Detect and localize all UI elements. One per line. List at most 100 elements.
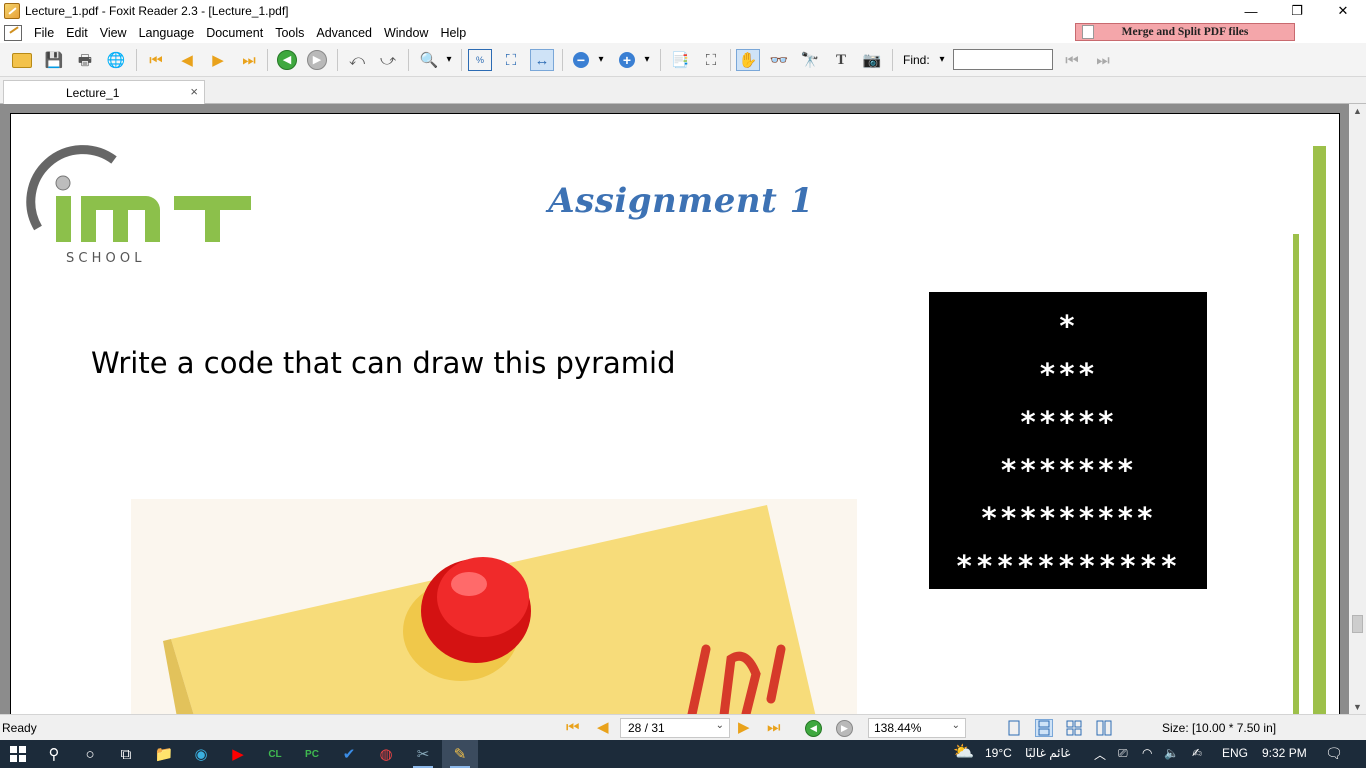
- weather-cloud-icon[interactable]: ⛅: [953, 742, 974, 762]
- go-back-icon[interactable]: ◀: [275, 49, 299, 71]
- zoom-tool-dropdown[interactable]: ▾: [442, 49, 456, 71]
- notifications-icon[interactable]: 🗨: [1325, 745, 1343, 762]
- status-previous-page-icon[interactable]: ◀: [597, 720, 609, 735]
- page-dropdown-icon[interactable]: ⌄: [716, 720, 724, 731]
- hand-tool-icon[interactable]: ✋: [736, 49, 760, 71]
- find-previous-icon[interactable]: ⏮: [1060, 49, 1084, 71]
- menu-document[interactable]: Document: [200, 26, 269, 40]
- edge-browser-icon[interactable]: ◉: [183, 740, 219, 768]
- todo-check-icon[interactable]: ✔: [331, 740, 367, 768]
- scroll-up-icon[interactable]: ▲: [1353, 106, 1362, 116]
- menu-view[interactable]: View: [94, 26, 133, 40]
- restore-button[interactable]: ❐: [1274, 0, 1320, 22]
- status-next-page-icon[interactable]: ▶: [738, 720, 750, 735]
- close-button[interactable]: ✕: [1320, 0, 1366, 22]
- find-input[interactable]: [953, 49, 1053, 70]
- foxit-reader-taskbar-icon[interactable]: ✎: [442, 740, 478, 768]
- find-options-dropdown[interactable]: ▾: [935, 49, 949, 71]
- tab-lecture-1[interactable]: Lecture_1 ×: [3, 80, 205, 104]
- single-page-view-icon[interactable]: [1006, 720, 1022, 736]
- weather-description[interactable]: غائم غالبًا: [1025, 746, 1070, 760]
- facing-view-icon[interactable]: [1066, 720, 1082, 736]
- rotate-left-icon[interactable]: ⤺: [345, 49, 369, 71]
- tab-close-icon[interactable]: ×: [190, 84, 198, 99]
- foxit-app-icon[interactable]: [4, 3, 20, 19]
- pen-workspace-icon[interactable]: ✍: [1192, 746, 1202, 760]
- pyramid-row-4: *******: [999, 453, 1137, 487]
- status-first-page-icon[interactable]: ⏮: [566, 720, 580, 735]
- web-globe-icon[interactable]: 🌐: [104, 49, 128, 71]
- find-label: Find:: [903, 53, 930, 67]
- zoom-dropdown-icon[interactable]: ⌄: [952, 720, 960, 731]
- merge-split-label: Merge and Split PDF files: [1121, 26, 1249, 38]
- menu-language[interactable]: Language: [133, 26, 201, 40]
- pycharm-icon[interactable]: PC: [294, 740, 330, 768]
- continuous-view-icon[interactable]: [1035, 719, 1053, 737]
- snipping-tool-icon[interactable]: ✂: [405, 740, 441, 768]
- search-icon[interactable]: ⚲: [36, 740, 72, 768]
- clock-time[interactable]: 9:32 PM: [1262, 746, 1307, 760]
- scrollbar-thumb[interactable]: [1352, 615, 1363, 633]
- print-icon[interactable]: 🖶: [73, 49, 97, 71]
- menu-edit[interactable]: Edit: [60, 26, 94, 40]
- title-bar: Lecture_1.pdf - Foxit Reader 2.3 - [Lect…: [0, 0, 1366, 22]
- scroll-down-icon[interactable]: ▼: [1353, 702, 1362, 712]
- bookmark-icon[interactable]: 📑: [668, 49, 692, 71]
- status-back-icon[interactable]: ◀: [805, 720, 822, 737]
- menu-file[interactable]: File: [28, 26, 60, 40]
- full-screen-icon[interactable]: ⛶: [699, 49, 723, 71]
- status-last-page-icon[interactable]: ⏭: [767, 720, 781, 735]
- start-windows-icon[interactable]: [0, 740, 36, 768]
- document-viewport[interactable]: S C H O O L Assignment 1 Write a code th…: [0, 104, 1349, 714]
- pyramid-row-6: ***********: [955, 549, 1181, 583]
- page-size-label: Size: [10.00 * 7.50 in]: [1162, 721, 1277, 735]
- window-title: Lecture_1.pdf - Foxit Reader 2.3 - [Lect…: [25, 4, 289, 18]
- chrome-icon[interactable]: ◍: [368, 740, 404, 768]
- vertical-scrollbar[interactable]: ▲ ▼: [1349, 104, 1366, 714]
- go-forward-icon[interactable]: ▶: [305, 49, 329, 71]
- continuous-facing-view-icon[interactable]: [1096, 720, 1112, 736]
- show-hidden-icons-chevron-icon[interactable]: ︿: [1094, 746, 1106, 763]
- input-language[interactable]: ENG: [1222, 746, 1248, 760]
- zoom-in-icon[interactable]: +: [615, 49, 639, 71]
- youtube-icon[interactable]: ▶: [220, 740, 256, 768]
- menu-advanced[interactable]: Advanced: [310, 26, 378, 40]
- zoom-out-icon[interactable]: −: [569, 49, 593, 71]
- clion-icon[interactable]: CL: [257, 740, 293, 768]
- status-forward-icon[interactable]: ▶: [836, 720, 853, 737]
- logo-subtitle: S C H O O L: [66, 251, 142, 266]
- last-page-icon[interactable]: ⏭: [237, 49, 261, 71]
- minimize-button[interactable]: —: [1228, 0, 1274, 22]
- fit-page-icon[interactable]: ⛶: [499, 49, 523, 71]
- wifi-icon[interactable]: ◠: [1142, 746, 1152, 760]
- menu-help[interactable]: Help: [434, 26, 472, 40]
- text-select-icon[interactable]: T: [829, 49, 853, 71]
- page-number-field[interactable]: 28 / 31 ⌄: [620, 718, 730, 738]
- merge-split-banner[interactable]: Merge and Split PDF files: [1075, 23, 1295, 41]
- cortana-icon[interactable]: ○: [72, 740, 108, 768]
- zoom-in-dropdown[interactable]: ▾: [640, 49, 654, 71]
- speaker-icon[interactable]: 🔈: [1164, 746, 1179, 760]
- zoom-in-tool-icon[interactable]: 🔍: [417, 49, 441, 71]
- find-next-icon[interactable]: ⏭: [1091, 49, 1115, 71]
- menu-tools[interactable]: Tools: [269, 26, 310, 40]
- save-icon[interactable]: 💾: [42, 49, 66, 71]
- file-explorer-icon[interactable]: 📁: [146, 740, 182, 768]
- document-menu-icon[interactable]: [4, 24, 22, 41]
- fit-width-icon[interactable]: ↔: [530, 49, 554, 71]
- glasses-icon[interactable]: 👓: [767, 49, 791, 71]
- meet-now-icon[interactable]: ⎚: [1118, 746, 1128, 761]
- snapshot-camera-icon[interactable]: 📷: [860, 49, 884, 71]
- binoculars-icon[interactable]: 🔭: [798, 49, 822, 71]
- rotate-right-icon[interactable]: ⤻: [376, 49, 400, 71]
- zoom-out-dropdown[interactable]: ▾: [594, 49, 608, 71]
- task-view-icon[interactable]: ⧉: [108, 740, 144, 768]
- open-folder-icon[interactable]: [10, 49, 34, 71]
- actual-size-icon[interactable]: %: [468, 49, 492, 71]
- next-page-icon[interactable]: ▶: [206, 49, 230, 71]
- first-page-icon[interactable]: ⏮: [144, 49, 168, 71]
- previous-page-icon[interactable]: ◀: [175, 49, 199, 71]
- weather-temperature[interactable]: 19°C: [985, 746, 1012, 760]
- zoom-level-field[interactable]: 138.44% ⌄: [868, 718, 966, 738]
- menu-window[interactable]: Window: [378, 26, 434, 40]
